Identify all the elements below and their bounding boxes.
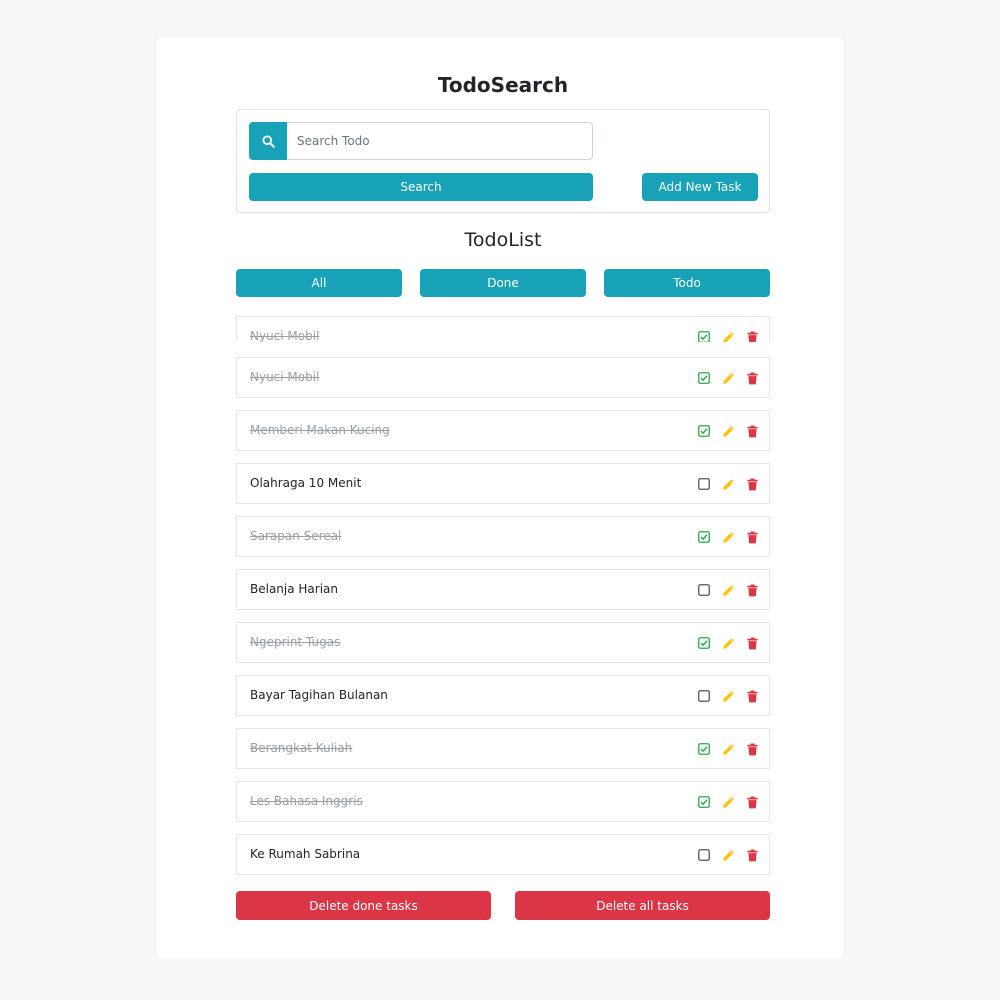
pencil-icon[interactable] [721, 636, 735, 650]
todo-item-actions [697, 371, 759, 385]
trash-icon[interactable] [745, 742, 759, 756]
todo-item-text: Belanja Harian [250, 582, 339, 596]
checkbox-checked-icon[interactable] [697, 795, 711, 809]
todo-item-text: Les Bahasa Inggris [250, 794, 363, 808]
todo-item: Belanja Harian [236, 569, 770, 610]
trash-icon[interactable] [745, 477, 759, 491]
pencil-icon[interactable] [721, 689, 735, 703]
pencil-icon[interactable] [721, 477, 735, 491]
todo-item: Nyuci Mobil [236, 357, 770, 398]
todo-item: Sarapan Sereal [236, 516, 770, 557]
filter-todo-button[interactable]: Todo [604, 269, 770, 297]
delete-all-tasks-button[interactable]: Delete all tasks [515, 891, 770, 920]
todo-item-actions [697, 583, 759, 597]
filter-done-button[interactable]: Done [420, 269, 586, 297]
page-title: TodoSearch [437, 73, 569, 97]
todo-item: Ke Rumah Sabrina [236, 834, 770, 875]
pencil-icon[interactable] [721, 795, 735, 809]
trash-icon[interactable] [745, 583, 759, 597]
todo-item-text: Berangkat Kuliah [250, 741, 353, 755]
pencil-icon[interactable] [721, 371, 735, 385]
todo-item-text: Bayar Tagihan Bulanan [250, 688, 388, 702]
search-button[interactable]: Search [249, 173, 593, 201]
todo-item-text: Nyuci Mobil [250, 370, 320, 384]
pencil-icon[interactable] [721, 583, 735, 597]
checkbox-checked-icon[interactable] [697, 371, 711, 385]
todo-item-text: Nyuci Mobil [250, 329, 320, 342]
search-group [249, 122, 593, 160]
todo-item-text: Sarapan Sereal [250, 529, 342, 543]
add-new-task-button[interactable]: Add New Task [642, 173, 758, 201]
bulk-actions: Delete done tasks Delete all tasks [236, 891, 770, 920]
todo-item: Nyuci Mobil [236, 316, 770, 342]
pencil-icon[interactable] [721, 530, 735, 544]
search-icon[interactable] [249, 122, 287, 160]
todo-item-actions [697, 477, 759, 491]
checkbox-checked-icon[interactable] [697, 742, 711, 756]
todo-item-actions [697, 424, 759, 438]
pencil-icon[interactable] [721, 848, 735, 862]
checkbox-checked-icon[interactable] [697, 330, 711, 342]
todo-item: Olahraga 10 Menit [236, 463, 770, 504]
todo-item-actions [697, 330, 759, 342]
checkbox-empty-icon[interactable] [697, 848, 711, 862]
todo-item: Bayar Tagihan Bulanan [236, 675, 770, 716]
pencil-icon[interactable] [721, 742, 735, 756]
todo-item-text: Memberi Makan Kucing [250, 423, 390, 437]
todo-item-actions [697, 530, 759, 544]
todo-item: Berangkat Kuliah [236, 728, 770, 769]
pencil-icon[interactable] [721, 424, 735, 438]
checkbox-checked-icon[interactable] [697, 636, 711, 650]
trash-icon[interactable] [745, 848, 759, 862]
todo-item-actions [697, 848, 759, 862]
todo-item-actions [697, 795, 759, 809]
trash-icon[interactable] [745, 424, 759, 438]
delete-done-tasks-button[interactable]: Delete done tasks [236, 891, 491, 920]
todo-item: Ngeprint Tugas [236, 622, 770, 663]
search-input[interactable] [287, 122, 593, 160]
todo-item-text: Ke Rumah Sabrina [250, 847, 361, 861]
filter-bar: All Done Todo [236, 269, 770, 297]
todo-item-text: Ngeprint Tugas [250, 635, 341, 649]
todo-item-actions [697, 742, 759, 756]
trash-icon[interactable] [745, 330, 759, 342]
todo-item-actions [697, 689, 759, 703]
filter-all-button[interactable]: All [236, 269, 402, 297]
checkbox-empty-icon[interactable] [697, 477, 711, 491]
trash-icon[interactable] [745, 795, 759, 809]
trash-icon[interactable] [745, 371, 759, 385]
todo-item: Memberi Makan Kucing [236, 410, 770, 451]
checkbox-checked-icon[interactable] [697, 530, 711, 544]
todo-list-title: TodoList [464, 229, 542, 251]
checkbox-empty-icon[interactable] [697, 583, 711, 597]
checkbox-empty-icon[interactable] [697, 689, 711, 703]
todo-item-text: Olahraga 10 Menit [250, 476, 362, 490]
trash-icon[interactable] [745, 530, 759, 544]
trash-icon[interactable] [745, 689, 759, 703]
search-card: Search Add New Task [236, 109, 770, 213]
todo-item: Les Bahasa Inggris [236, 781, 770, 822]
checkbox-checked-icon[interactable] [697, 424, 711, 438]
pencil-icon[interactable] [721, 330, 735, 342]
trash-icon[interactable] [745, 636, 759, 650]
todo-item-actions [697, 636, 759, 650]
